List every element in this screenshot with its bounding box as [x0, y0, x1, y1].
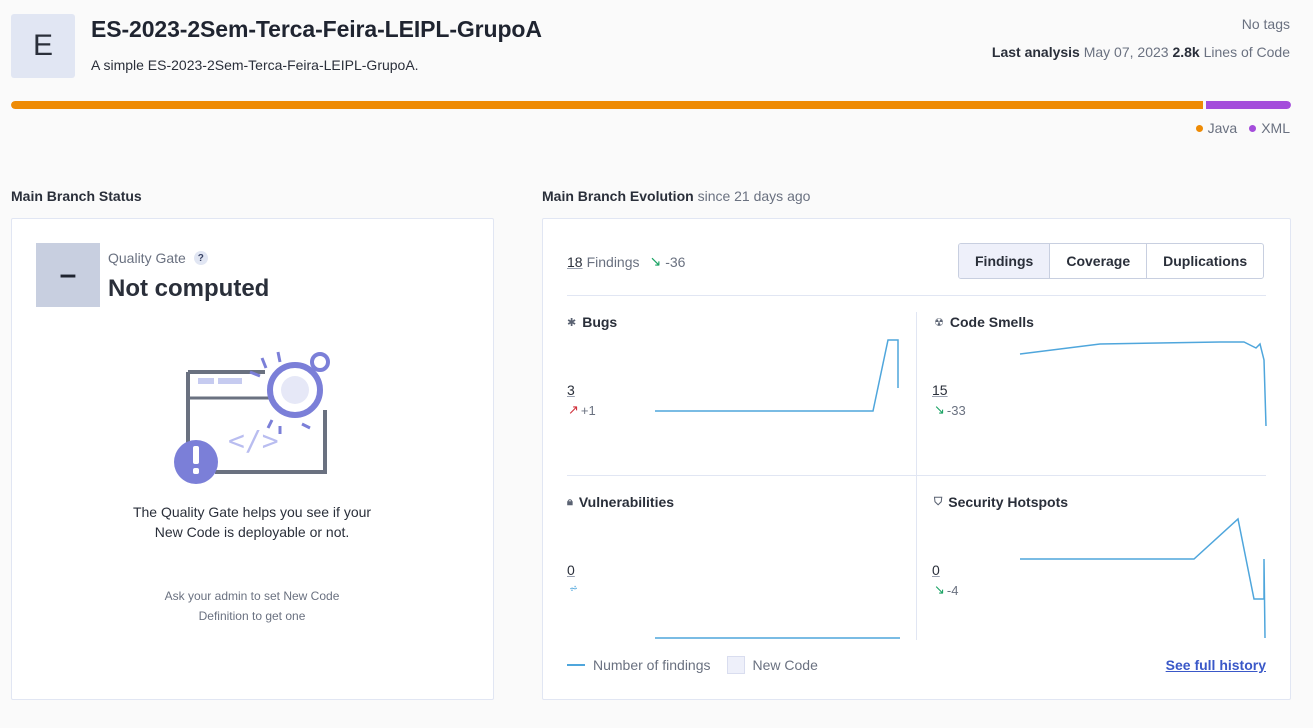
last-analysis-info: Last analysis May 07, 2023 2.8k Lines of… — [992, 44, 1290, 60]
project-title: ES-2023-2Sem-Terca-Feira-LEIPL-GrupoA — [91, 16, 542, 42]
shield-icon: ⛉ — [934, 495, 943, 508]
branch-evolution-since: since 21 days ago — [697, 188, 811, 204]
svg-text:</>: </> — [228, 424, 279, 457]
arrow-down-icon: ↘ — [934, 582, 945, 597]
see-full-history-link[interactable]: See full history — [1166, 657, 1266, 673]
language-bar-xml — [1206, 101, 1291, 109]
security-hotspots-sparkline — [1020, 517, 1266, 639]
code-smell-icon: ☢ — [934, 316, 944, 329]
tab-coverage[interactable]: Coverage — [1049, 244, 1146, 278]
findings-label: Findings — [586, 253, 640, 270]
branch-status-title: Main Branch Status — [11, 188, 142, 204]
code-smells-value[interactable]: 15 — [932, 382, 948, 398]
vulnerabilities-sparkline — [655, 637, 900, 639]
language-legend-java: Java — [1195, 120, 1237, 136]
arrow-down-icon: ↘ — [649, 253, 662, 269]
lock-icon: 🔒︎ — [567, 495, 573, 508]
bug-icon: ✱ — [567, 316, 577, 329]
legend-new-code-swatch — [726, 656, 745, 674]
lines-of-code-label: Lines of Code — [1203, 44, 1290, 60]
last-analysis-date: May 07, 2023 — [1083, 44, 1169, 60]
project-avatar: E — [11, 14, 75, 78]
quality-gate-admin-note: Ask your admin to set New Code Definitio… — [164, 589, 340, 623]
findings-count[interactable]: 18 — [567, 254, 583, 270]
code-smells-sparkline — [1019, 341, 1267, 427]
bugs-value[interactable]: 3 — [567, 382, 575, 398]
language-bar-java — [11, 101, 1203, 109]
quality-gate-illustration: </> — [174, 351, 330, 484]
help-icon[interactable]: ? — [193, 251, 208, 265]
arrow-up-icon: ↗ — [568, 402, 579, 417]
security-hotspots-value[interactable]: 0 — [932, 562, 940, 578]
findings-summary: 18 Findings ↘ -36 — [567, 253, 685, 270]
code-smells-delta: ↘ -33 — [934, 402, 966, 418]
quality-gate-help-text: The Quality Gate helps you see if your N… — [132, 504, 372, 540]
language-distribution-bar — [11, 101, 1291, 109]
vulnerabilities-delta: ⩫ — [569, 582, 580, 595]
bugs-sparkline — [655, 339, 899, 412]
quality-gate-label: Quality Gate ? — [108, 250, 208, 266]
bugs-delta: ↗ +1 — [568, 402, 596, 418]
bugs-title: ✱ Bugs — [567, 314, 618, 330]
divider — [567, 295, 1266, 296]
chart-legend: Number of findings New Code — [567, 656, 818, 674]
legend-line-swatch — [567, 664, 585, 666]
vulnerabilities-title: 🔒︎ Vulnerabilities — [567, 494, 675, 510]
tab-duplications[interactable]: Duplications — [1146, 244, 1263, 278]
legend-new-code: New Code — [752, 657, 818, 673]
quality-gate-status: Not computed — [108, 275, 270, 302]
security-hotspots-title: ⛉ Security Hotspots — [934, 494, 1069, 510]
no-change-icon: ⩫ — [569, 583, 579, 595]
project-description: A simple ES-2023-2Sem-Terca-Feira-LEIPL-… — [91, 57, 419, 73]
quality-gate-status-box: – — [36, 243, 100, 307]
language-legend: Java XML — [1195, 120, 1290, 136]
lines-of-code-value: 2.8k — [1172, 44, 1200, 60]
security-hotspots-delta: ↘ -4 — [934, 582, 959, 598]
last-analysis-label: Last analysis — [991, 44, 1080, 60]
branch-evolution-title: Main Branch Evolution since 21 days ago — [542, 188, 811, 204]
findings-delta: -36 — [665, 253, 686, 270]
arrow-down-icon: ↘ — [934, 402, 945, 417]
tab-findings[interactable]: Findings — [959, 244, 1050, 278]
divider — [916, 312, 917, 640]
language-legend-xml: XML — [1249, 120, 1290, 136]
vulnerabilities-value[interactable]: 0 — [567, 562, 575, 578]
code-smells-title: ☢ Code Smells — [934, 314, 1034, 330]
legend-findings: Number of findings — [593, 657, 711, 673]
evolution-tabs: Findings Coverage Duplications — [958, 243, 1265, 279]
project-tags[interactable]: No tags — [1242, 16, 1290, 32]
